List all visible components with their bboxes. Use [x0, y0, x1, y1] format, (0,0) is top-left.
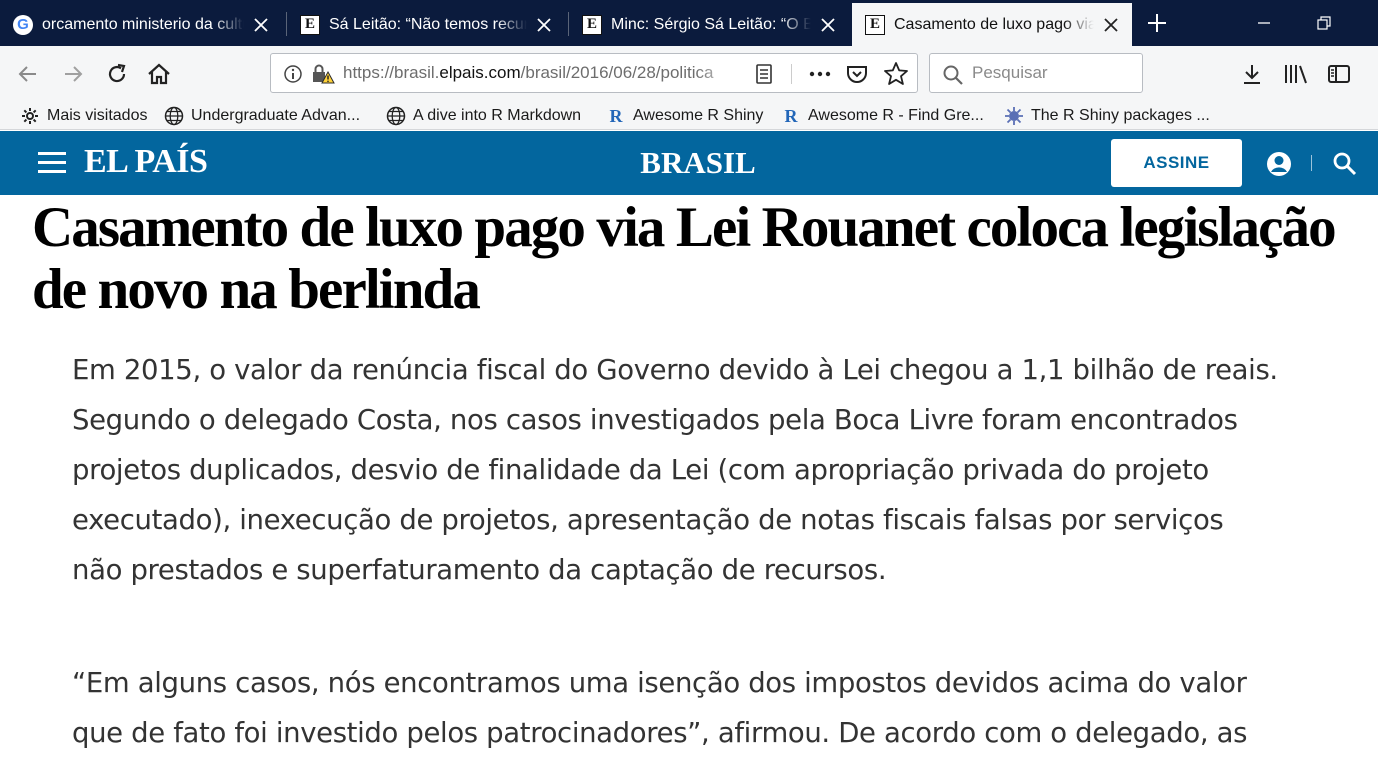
- elpais-icon: E: [864, 14, 886, 36]
- urlbar-divider: [791, 64, 792, 84]
- paragraph-line: não prestados e superfaturamento da capt…: [72, 554, 887, 586]
- bookmark-label: Mais visitados: [47, 107, 148, 124]
- url-text[interactable]: https://brasil.elpais.com/brasil/2016/06…: [343, 63, 743, 85]
- reload-icon: [108, 63, 126, 83]
- home-button[interactable]: [143, 58, 175, 90]
- gear-icon: [20, 106, 40, 126]
- browser-tab-active[interactable]: E Casamento de luxo pago via Lei Rouanet: [852, 3, 1132, 46]
- paragraph-line: Segundo o delegado Costa, nos casos inve…: [72, 404, 1238, 436]
- article-paragraph: “Em alguns casos, nós encontramos uma is…: [72, 658, 1352, 758]
- bookmark-label: A dive into R Markdown: [413, 107, 582, 124]
- paragraph-line: “Em alguns casos, nós encontramos uma is…: [72, 667, 1247, 699]
- bookmark-item[interactable]: A dive into R Markdown: [386, 104, 581, 128]
- url-domain: elpais.com: [439, 63, 521, 82]
- minimize-icon: [1258, 22, 1270, 24]
- elpais-icon: E: [581, 14, 603, 36]
- sidebar-toggle-button[interactable]: [1323, 58, 1355, 90]
- bookmark-item[interactable]: Undergraduate Advan...: [164, 104, 360, 128]
- home-icon: [148, 63, 170, 85]
- bookmark-item[interactable]: Mais visitados: [20, 104, 147, 128]
- plus-icon: [1148, 14, 1166, 32]
- reload-button[interactable]: [101, 58, 133, 90]
- bookmark-label: Awesome R - Find Gre...: [808, 107, 984, 124]
- section-title[interactable]: BRASIL: [560, 145, 836, 181]
- site-logo[interactable]: EL PAÍS: [84, 143, 208, 181]
- downloads-button[interactable]: [1236, 58, 1268, 90]
- close-tab-icon[interactable]: [1100, 14, 1122, 36]
- info-icon[interactable]: [283, 64, 303, 84]
- header-divider: [1311, 155, 1312, 171]
- forward-button[interactable]: [57, 58, 89, 90]
- address-bar[interactable]: https://brasil.elpais.com/brasil/2016/06…: [270, 53, 918, 93]
- bookmark-item[interactable]: The R Shiny packages ...: [1004, 104, 1210, 128]
- close-tab-icon[interactable]: [817, 14, 839, 36]
- bookmark-label: Awesome R Shiny: [633, 107, 764, 124]
- user-account-icon[interactable]: [1264, 149, 1294, 179]
- tab-title: Sá Leitão: “Não temos recursos”: [329, 15, 527, 33]
- search-input[interactable]: Pesquisar: [929, 53, 1143, 93]
- search-icon: [943, 65, 963, 85]
- arrow-right-icon: [65, 66, 83, 82]
- browser-tab[interactable]: E Minc: Sérgio Sá Leitão: “O Brasil: [569, 3, 849, 46]
- back-button[interactable]: [12, 58, 44, 90]
- globe-icon: [164, 106, 184, 126]
- browser-navbar: https://brasil.elpais.com/brasil/2016/06…: [0, 46, 1378, 102]
- sidebar-icon: [1328, 65, 1350, 83]
- tab-title: orcamento ministerio da cultura - Pesqui…: [42, 15, 244, 33]
- search-icon[interactable]: [1331, 150, 1359, 178]
- download-icon: [1244, 65, 1260, 84]
- close-tab-icon[interactable]: [533, 14, 555, 36]
- paragraph-line: que de fato foi investido pelos patrocin…: [72, 717, 1248, 749]
- bookmark-label: Undergraduate Advan...: [191, 107, 361, 124]
- r-logo-icon: R: [609, 105, 623, 126]
- article-paragraph: Em 2015, o valor da renúncia fiscal do G…: [72, 345, 1352, 595]
- paragraph-line: executado), inexecução de projetos, apre…: [72, 504, 1224, 536]
- tab-title: Minc: Sérgio Sá Leitão: “O Brasil: [611, 15, 811, 33]
- elpais-icon: E: [299, 14, 321, 36]
- bookmark-label: The R Shiny packages ...: [1031, 107, 1210, 124]
- site-header: EL PAÍS BRASIL ASSINE: [0, 131, 1378, 195]
- article-headline: Casamento de luxo pago via Lei Rouanet c…: [32, 196, 1337, 321]
- minimize-button[interactable]: [1244, 6, 1284, 40]
- paragraph-line: Em 2015, o valor da renúncia fiscal do G…: [72, 354, 1278, 386]
- restore-button[interactable]: [1304, 6, 1344, 40]
- subscribe-button[interactable]: ASSINE: [1111, 139, 1242, 187]
- star-bookmark-icon[interactable]: [883, 61, 909, 87]
- arrow-left-icon: [18, 66, 36, 82]
- bookmark-item[interactable]: R Awesome R Shiny: [606, 104, 764, 128]
- pocket-icon[interactable]: [845, 62, 869, 86]
- browser-tab[interactable]: G orcamento ministerio da cultura - Pesq…: [0, 3, 282, 46]
- virus-icon: [1004, 106, 1024, 126]
- hamburger-menu-icon[interactable]: [38, 152, 66, 174]
- restore-icon: [1317, 16, 1331, 30]
- r-logo-icon: R: [784, 105, 798, 126]
- bookmark-item[interactable]: R Awesome R - Find Gre...: [781, 104, 984, 128]
- bookmarks-toolbar: Mais visitados Undergraduate Advan... A …: [0, 102, 1378, 130]
- browser-tab-strip: G orcamento ministerio da cultura - Pesq…: [0, 0, 1378, 46]
- library-icon: [1285, 65, 1307, 84]
- url-path: /brasil/2016/06/28/politica: [520, 63, 714, 82]
- more-actions-icon[interactable]: [807, 64, 833, 84]
- browser-tab[interactable]: E Sá Leitão: “Não temos recursos”: [287, 3, 565, 46]
- url-prefix: https://brasil.: [343, 63, 440, 82]
- search-placeholder: Pesquisar: [972, 63, 1048, 82]
- library-button[interactable]: [1280, 58, 1312, 90]
- google-icon: G: [12, 14, 34, 36]
- tab-title: Casamento de luxo pago via Lei Rouanet: [894, 15, 1094, 33]
- globe-icon: [386, 106, 406, 126]
- insecure-lock-icon[interactable]: [311, 63, 335, 85]
- paragraph-line: projetos duplicados, desvio de finalidad…: [72, 454, 1209, 486]
- new-tab-button[interactable]: [1140, 6, 1174, 40]
- close-tab-icon[interactable]: [250, 14, 272, 36]
- reader-view-icon[interactable]: [753, 63, 775, 85]
